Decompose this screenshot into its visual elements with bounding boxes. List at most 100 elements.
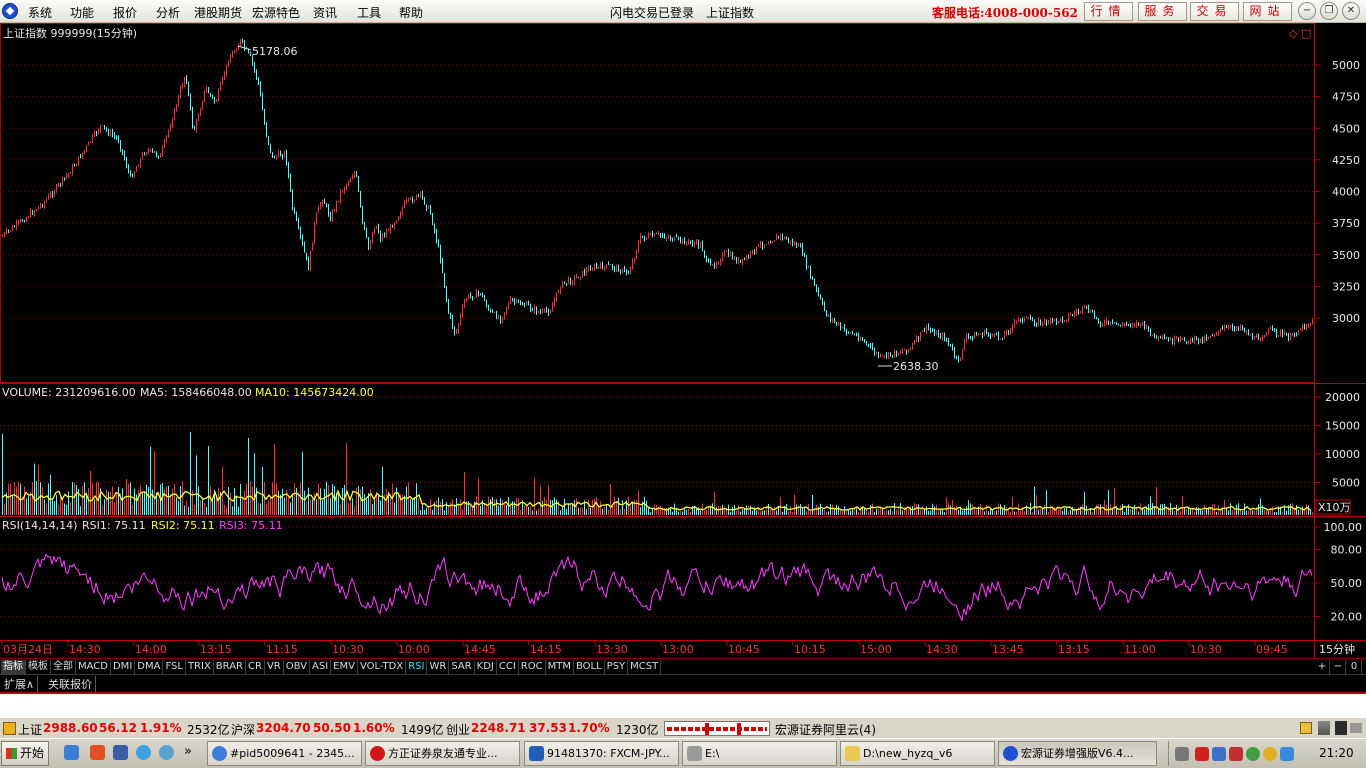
menu-news[interactable]: 资讯 xyxy=(313,4,337,21)
windows-icon xyxy=(6,748,17,759)
sh-amount: 2532亿 xyxy=(187,723,230,737)
menu-hk-futures[interactable]: 港股期货 xyxy=(194,4,242,21)
lock-icon[interactable] xyxy=(3,722,16,735)
indicator-tab-dma[interactable]: DMA xyxy=(135,660,164,674)
time-axis-label: 14:45 xyxy=(464,643,496,656)
ie-quicklaunch-icon[interactable] xyxy=(64,745,79,760)
indicator-tab-roc[interactable]: ROC xyxy=(519,660,546,674)
time-axis-label: 13:00 xyxy=(662,643,694,656)
status-bar: 上证 2988.60 56.12 1.91% 2532亿 沪深 3204.70 … xyxy=(0,717,1366,738)
expand-tab[interactable]: 扩展∧ xyxy=(1,676,39,692)
zoom-out-button[interactable]: − xyxy=(1331,660,1346,674)
task-explorer-d[interactable]: D:\new_hyzq_v6 xyxy=(840,741,995,766)
time-axis-label: 03月24日 xyxy=(3,643,53,656)
minimize-button[interactable]: − xyxy=(1298,2,1316,20)
taskbar: 开始 » #pid5009641 - 2345... 方正证券泉友通专业... … xyxy=(0,738,1366,768)
service-button[interactable]: 服务 xyxy=(1138,2,1187,21)
settings-icon[interactable] xyxy=(1350,723,1362,733)
indicator-tab-boll[interactable]: BOLL xyxy=(574,660,605,674)
menu-system[interactable]: 系统 xyxy=(28,4,52,21)
indicator-tab-wr[interactable]: WR xyxy=(427,660,450,674)
indicator-tab-vol-tdx[interactable]: VOL-TDX xyxy=(358,660,407,674)
quote-button[interactable]: 行情 xyxy=(1084,2,1133,21)
indicator-tab-mtm[interactable]: MTM xyxy=(546,660,574,674)
diamond-icon[interactable]: ◇ xyxy=(1289,27,1298,40)
indicator-tab-cci[interactable]: CCI xyxy=(497,660,519,674)
menu-function[interactable]: 功能 xyxy=(70,4,94,21)
network-tray-icon[interactable] xyxy=(1212,747,1226,761)
task-hongyuan[interactable]: 宏源证券增强版V6.4... xyxy=(998,741,1157,766)
rsi-tick-label: 50.00 xyxy=(1331,577,1363,590)
media-quicklaunch-icon[interactable] xyxy=(90,745,105,760)
system-tray: 21:20 xyxy=(1168,741,1366,766)
hs-change: 50.50 xyxy=(313,721,351,735)
task-label: D:\new_hyzq_v6 xyxy=(863,747,953,760)
keyboard-tray-icon[interactable] xyxy=(1175,747,1189,761)
menu-analysis[interactable]: 分析 xyxy=(156,4,180,21)
reset-button[interactable]: 0 xyxy=(1347,660,1362,674)
cy-value: 2248.71 xyxy=(471,721,526,735)
price-panel-frame xyxy=(0,23,1315,383)
chart-area[interactable]: 5000 4750 4500 4250 4000 3750 3500 3250 3000 上证指… xyxy=(0,23,1366,658)
time-axis-label: 13:15 xyxy=(200,643,232,656)
menu-quote[interactable]: 报价 xyxy=(113,4,137,21)
related-quotes-tab[interactable]: 关联报价 xyxy=(45,676,96,692)
website-button[interactable]: 网站 xyxy=(1243,2,1292,21)
indicator-tab-mcst[interactable]: MCST xyxy=(628,660,662,674)
quicklaunch-more[interactable]: » xyxy=(184,744,192,759)
chart-canvas[interactable]: 5000 4750 4500 4250 4000 3750 3500 3250 3000 上证指… xyxy=(0,23,1366,658)
indicator-tab-emv[interactable]: EMV xyxy=(331,660,358,674)
indicator-tab-trix[interactable]: TRIX xyxy=(186,660,214,674)
indicator-tab-brar[interactable]: BRAR xyxy=(214,660,246,674)
period-label[interactable]: 15分钟 xyxy=(1319,642,1355,656)
rsi3-legend: RSI3: 75.11 xyxy=(219,519,283,532)
menu-hongyuan[interactable]: 宏源特色 xyxy=(252,4,300,21)
zoom-in-button[interactable]: + xyxy=(1315,660,1330,674)
antenna-icon[interactable] xyxy=(1318,721,1330,735)
menu-help[interactable]: 帮助 xyxy=(399,4,423,21)
indicator-tab---[interactable]: 模板 xyxy=(26,660,51,674)
volume-tick-label: 10000 xyxy=(1325,448,1360,461)
close-button[interactable]: ✕ xyxy=(1342,2,1360,20)
indicator-tab-vr[interactable]: VR xyxy=(265,660,284,674)
indicator-tab---[interactable]: 指标 xyxy=(1,660,26,674)
indicator-tab-dmi[interactable]: DMI xyxy=(111,660,136,674)
info-icon[interactable] xyxy=(1300,722,1312,734)
update-tray-icon[interactable] xyxy=(1246,747,1260,761)
time-axis-label: 11:00 xyxy=(1124,643,1156,656)
indicator-tab-cr[interactable]: CR xyxy=(246,660,265,674)
restore-button[interactable]: ❐ xyxy=(1320,2,1338,20)
task-founder[interactable]: 方正证券泉友通专业... xyxy=(365,741,520,766)
indicator-tab-obv[interactable]: OBV xyxy=(284,660,310,674)
start-button[interactable]: 开始 xyxy=(1,741,49,766)
window-icon[interactable]: □ xyxy=(1301,27,1311,40)
browser-quicklaunch-icon[interactable] xyxy=(136,745,151,760)
desktop-quicklaunch-icon[interactable] xyxy=(113,745,128,760)
flag-tray-icon[interactable] xyxy=(1195,747,1209,761)
task-fxcm[interactable]: 91481370: FXCM-JPY... xyxy=(524,741,679,766)
indicator-tab-psy[interactable]: PSY xyxy=(605,660,629,674)
search-quicklaunch-icon[interactable] xyxy=(159,745,174,760)
indicator-tab-fsl[interactable]: FSL xyxy=(163,660,186,674)
indicator-tab-macd[interactable]: MACD xyxy=(76,660,111,674)
menu-tools[interactable]: 工具 xyxy=(357,4,381,21)
antivirus-tray-icon[interactable] xyxy=(1229,747,1243,761)
task-explorer-e[interactable]: E:\ xyxy=(682,741,837,766)
task-label: 方正证券泉友通专业... xyxy=(388,747,498,760)
indicator-tab---[interactable]: 全部 xyxy=(51,660,76,674)
app-logo-icon[interactable] xyxy=(2,3,18,19)
indicator-tab-kdj[interactable]: KDJ xyxy=(475,660,497,674)
login-status: 闪电交易已登录 xyxy=(610,6,695,20)
task-browser[interactable]: #pid5009641 - 2345... xyxy=(207,741,362,766)
security-tray-icon[interactable] xyxy=(1263,747,1277,761)
rsi2-legend: RSI2: 75.11 xyxy=(151,519,215,532)
indicator-tab-rsi[interactable]: RSI xyxy=(406,660,428,674)
signal-icon[interactable] xyxy=(1335,721,1347,735)
shield-tray-icon[interactable] xyxy=(1280,747,1294,761)
indicator-tab-asi[interactable]: ASI xyxy=(310,660,332,674)
price-tick-label: 3000 xyxy=(1332,312,1360,325)
cy-name: 创业 xyxy=(446,723,471,737)
rsi-tick-label: 100.00 xyxy=(1324,521,1363,534)
indicator-tab-sar[interactable]: SAR xyxy=(449,660,475,674)
trade-button[interactable]: 交易 xyxy=(1190,2,1239,21)
